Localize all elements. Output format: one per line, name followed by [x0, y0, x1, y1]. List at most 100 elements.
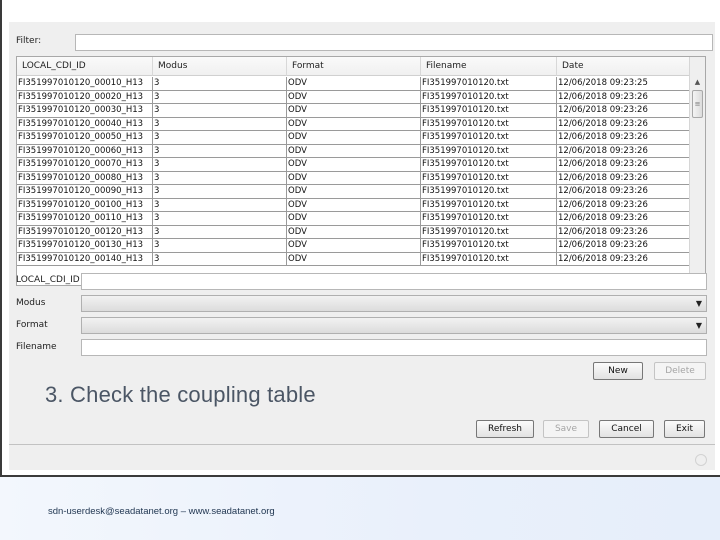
cell-format: ODV [287, 117, 421, 131]
chevron-down-icon: ▼ [695, 321, 702, 330]
scrollbar-thumb[interactable]: ≡ [692, 90, 703, 118]
cell-modus: 3 [153, 104, 287, 118]
cell-modus: 3 [153, 252, 287, 266]
new-button[interactable]: New [593, 362, 643, 380]
cell-format: ODV [287, 77, 421, 91]
table-row[interactable]: FI351997010120_00080_H13 3 ODV FI3519970101… [17, 171, 690, 185]
cell-format: ODV [287, 104, 421, 118]
cell-date: 12/06/2018 09:23:26 [557, 212, 690, 226]
cell-date: 12/06/2018 09:23:26 [557, 117, 690, 131]
cell-format: ODV [287, 239, 421, 253]
table-row[interactable]: FI351997010120_00090_H13 3 ODV FI3519970101… [17, 185, 690, 199]
table-vertical-scrollbar[interactable]: ▲ ≡ ▼ [689, 57, 705, 285]
table-row[interactable]: FI351997010120_00040_H13 3 ODV FI3519970101… [17, 117, 690, 131]
column-header-date[interactable]: Date [557, 57, 690, 76]
cell-local-cdi-id: FI351997010120_00090_H13 [17, 185, 153, 199]
cell-local-cdi-id: FI351997010120_00020_H13 [17, 90, 153, 104]
filter-label: Filter: [16, 36, 42, 46]
column-header-filename[interactable]: Filename [421, 57, 557, 76]
filename-input[interactable] [81, 339, 707, 356]
cell-local-cdi-id: FI351997010120_00050_H13 [17, 131, 153, 145]
cell-modus: 3 [153, 77, 287, 91]
cell-filename: FI351997010120.txt [421, 104, 557, 118]
cell-format: ODV [287, 212, 421, 226]
exit-button[interactable]: Exit [664, 420, 705, 438]
cell-filename: FI351997010120.txt [421, 131, 557, 145]
cell-local-cdi-id: FI351997010120_00070_H13 [17, 158, 153, 172]
cell-date: 12/06/2018 09:23:26 [557, 144, 690, 158]
cell-format: ODV [287, 90, 421, 104]
cell-filename: FI351997010120.txt [421, 77, 557, 91]
cell-modus: 3 [153, 171, 287, 185]
cell-filename: FI351997010120.txt [421, 158, 557, 172]
cell-format: ODV [287, 158, 421, 172]
delete-button[interactable]: Delete [654, 362, 706, 380]
local-cdi-id-input[interactable] [81, 273, 707, 290]
coupling-table-window: Filter: LOCAL_CDI_ID Modus Format Filena… [9, 22, 715, 470]
cell-local-cdi-id: FI351997010120_00140_H13 [17, 252, 153, 266]
cell-filename: FI351997010120.txt [421, 171, 557, 185]
cell-date: 12/06/2018 09:23:26 [557, 185, 690, 199]
cell-format: ODV [287, 252, 421, 266]
cell-local-cdi-id: FI351997010120_00120_H13 [17, 225, 153, 239]
cell-modus: 3 [153, 117, 287, 131]
table-row[interactable]: FI351997010120_00110_H13 3 ODV FI3519970101… [17, 212, 690, 226]
table-row[interactable]: FI351997010120_00020_H13 3 ODV FI3519970101… [17, 90, 690, 104]
table-row[interactable]: FI351997010120_00010_H13 3 ODV FI3519970101… [17, 77, 690, 91]
cell-modus: 3 [153, 198, 287, 212]
cell-date: 12/06/2018 09:23:25 [557, 77, 690, 91]
format-select[interactable]: ▼ [81, 317, 707, 334]
cell-date: 12/06/2018 09:23:26 [557, 171, 690, 185]
table-header: LOCAL_CDI_ID Modus Format Filename Date [17, 57, 690, 76]
cell-format: ODV [287, 198, 421, 212]
cell-filename: FI351997010120.txt [421, 239, 557, 253]
cell-format: ODV [287, 171, 421, 185]
column-header-modus[interactable]: Modus [153, 57, 287, 76]
cell-date: 12/06/2018 09:23:26 [557, 104, 690, 118]
screenshot-frame: Filter: LOCAL_CDI_ID Modus Format Filena… [0, 0, 720, 477]
table-row[interactable]: FI351997010120_00070_H13 3 ODV FI3519970101… [17, 158, 690, 172]
cell-local-cdi-id: FI351997010120_00010_H13 [17, 77, 153, 91]
cell-date: 12/06/2018 09:23:26 [557, 90, 690, 104]
table-row[interactable]: FI351997010120_00140_H13 3 ODV FI3519970101… [17, 252, 690, 266]
table-row[interactable]: FI351997010120_00060_H13 3 ODV FI3519970101… [17, 144, 690, 158]
cell-modus: 3 [153, 212, 287, 226]
cell-format: ODV [287, 144, 421, 158]
cell-filename: FI351997010120.txt [421, 198, 557, 212]
table-row[interactable]: FI351997010120_00050_H13 3 ODV FI3519970101… [17, 131, 690, 145]
save-button[interactable]: Save [543, 420, 589, 438]
column-header-format[interactable]: Format [287, 57, 421, 76]
cell-modus: 3 [153, 158, 287, 172]
table-row[interactable]: FI351997010120_00030_H13 3 ODV FI3519970101… [17, 104, 690, 118]
scroll-up-arrow-icon[interactable]: ▲ [690, 75, 705, 89]
footer-contact: sdn-userdesk@seadatanet.org – www.seadat… [48, 506, 275, 517]
table-row[interactable]: FI351997010120_00100_H13 3 ODV FI3519970101… [17, 198, 690, 212]
cell-filename: FI351997010120.txt [421, 225, 557, 239]
table-row[interactable]: FI351997010120_00120_H13 3 ODV FI3519970101… [17, 225, 690, 239]
coupling-table: LOCAL_CDI_ID Modus Format Filename Date … [16, 56, 706, 286]
modus-select[interactable]: ▼ [81, 295, 707, 312]
cell-modus: 3 [153, 225, 287, 239]
cell-local-cdi-id: FI351997010120_00080_H13 [17, 171, 153, 185]
refresh-button[interactable]: Refresh [476, 420, 534, 438]
cancel-button[interactable]: Cancel [599, 420, 654, 438]
cell-filename: FI351997010120.txt [421, 212, 557, 226]
filter-input[interactable] [75, 34, 713, 51]
column-header-local-cdi-id[interactable]: LOCAL_CDI_ID [17, 57, 153, 76]
cell-modus: 3 [153, 90, 287, 104]
table-row[interactable]: FI351997010120_00130_H13 3 ODV FI3519970101… [17, 239, 690, 253]
cell-format: ODV [287, 131, 421, 145]
cell-local-cdi-id: FI351997010120_00130_H13 [17, 239, 153, 253]
cell-local-cdi-id: FI351997010120_00110_H13 [17, 212, 153, 226]
cell-modus: 3 [153, 131, 287, 145]
filename-label: Filename [16, 342, 57, 352]
cell-modus: 3 [153, 185, 287, 199]
cell-filename: FI351997010120.txt [421, 185, 557, 199]
cell-date: 12/06/2018 09:23:26 [557, 252, 690, 266]
format-label: Format [16, 320, 48, 330]
chevron-down-icon: ▼ [695, 299, 702, 308]
status-bar [9, 445, 715, 470]
cell-modus: 3 [153, 239, 287, 253]
cell-local-cdi-id: FI351997010120_00040_H13 [17, 117, 153, 131]
cell-filename: FI351997010120.txt [421, 117, 557, 131]
